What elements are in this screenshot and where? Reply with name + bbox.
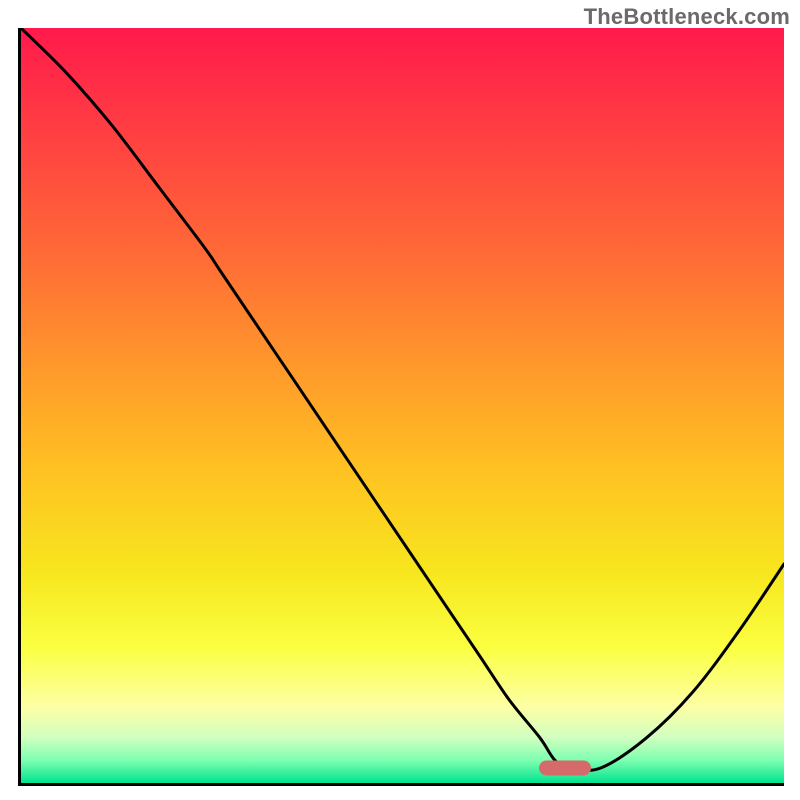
bottleneck-curve bbox=[21, 28, 784, 770]
watermark-text: TheBottleneck.com bbox=[584, 4, 790, 30]
plot-area bbox=[18, 28, 784, 786]
optimum-marker bbox=[539, 760, 591, 775]
curve-layer bbox=[21, 28, 784, 783]
